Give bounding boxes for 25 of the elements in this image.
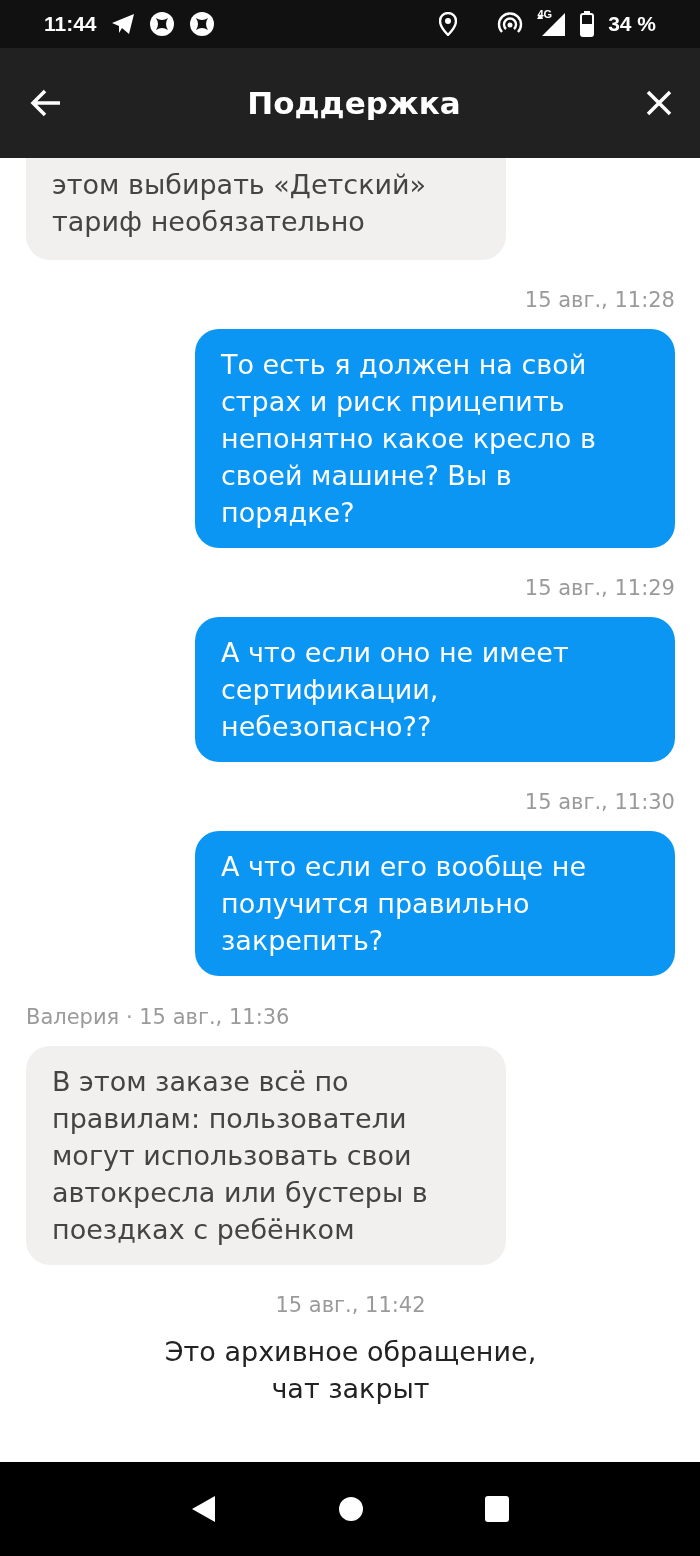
message-time: 15 авг., 11:29 (524, 575, 675, 602)
message-bubble: А что если оно не имеет сертификации, небезопасно?? (195, 617, 675, 762)
message-time: 15 авг., 11:42 (275, 1292, 426, 1319)
app-icon (148, 11, 175, 37)
archive-notice: Это архивное обращение, чат закрыт (164, 1335, 537, 1406)
app-icon (188, 11, 215, 37)
message-bubble: А что если его вообще не получится правильно закрепить? (195, 831, 675, 976)
message-bubble: этом выбирать «Детский» тариф необязательно (26, 158, 506, 260)
battery-level: 34 % (608, 12, 656, 36)
close-icon[interactable] (646, 90, 672, 116)
message-time: 15 авг., 11:30 (524, 789, 675, 816)
message-bubble: В этом заказе всё по правилам: пользователи могут использовать свои автокресла или бустеры в поездках с ребёнком (26, 1046, 506, 1265)
back-icon[interactable] (30, 88, 62, 118)
back-nav-icon[interactable] (191, 1495, 217, 1523)
message-time: 15 авг., 11:28 (524, 287, 675, 314)
signal-icon (536, 11, 567, 37)
battery-icon (580, 11, 595, 37)
message-bubble: То есть я должен на свой страх и риск прицепить непонятно какое кресло в своей машине? Вы в порядке? (195, 329, 675, 548)
home-nav-icon[interactable] (339, 1497, 363, 1521)
location-icon (439, 12, 458, 36)
sender-time: Валерия · 15 авг., 11:36 (26, 1004, 290, 1031)
send-icon (110, 13, 135, 35)
network-type: 4G (537, 8, 553, 20)
status-time: 11:44 (44, 12, 97, 36)
header-title: Поддержка (247, 85, 461, 121)
